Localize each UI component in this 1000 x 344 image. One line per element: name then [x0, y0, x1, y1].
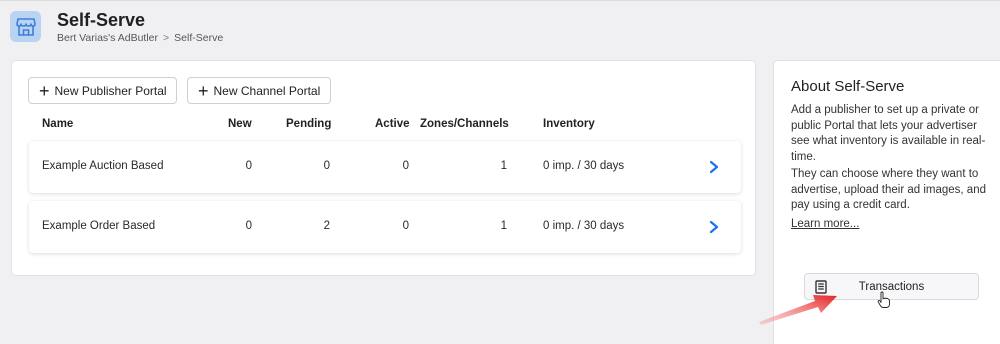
- portal-name: Example Order Based: [42, 220, 156, 232]
- zones-count: 1: [500, 160, 507, 172]
- column-header-new: New: [228, 118, 252, 130]
- active-count: 0: [402, 220, 409, 232]
- top-border: [0, 0, 1000, 1]
- pending-count: 0: [323, 160, 330, 172]
- chevron-right-icon[interactable]: [707, 159, 721, 175]
- new-publisher-portal-button[interactable]: + New Publisher Portal: [28, 77, 177, 104]
- new-count: 0: [245, 220, 252, 232]
- hand-cursor-icon: [877, 291, 890, 308]
- page-title: Self-Serve: [57, 10, 146, 30]
- new-channel-portal-button[interactable]: + New Channel Portal: [187, 77, 331, 104]
- about-title: About Self-Serve: [791, 78, 905, 95]
- column-header-zones-channels: Zones/Channels: [420, 118, 509, 130]
- inventory-value: 0 imp. / 30 days: [543, 220, 625, 232]
- breadcrumb-account[interactable]: Bert Varias's AdButler: [57, 32, 158, 44]
- table-row[interactable]: Example Auction Based 0 0 0 1 0 imp. / 3…: [29, 141, 741, 193]
- zones-count: 1: [500, 220, 507, 232]
- storefront-icon: [10, 11, 41, 42]
- annotation-arrow-icon: [759, 295, 837, 325]
- about-paragraph: They can choose where they want to adver…: [791, 168, 986, 211]
- pending-count: 2: [323, 220, 330, 232]
- breadcrumb-separator: >: [163, 32, 170, 44]
- column-header-pending: Pending: [286, 118, 332, 130]
- column-header-active: Active: [375, 118, 410, 130]
- portal-name: Example Auction Based: [42, 160, 164, 172]
- new-publisher-portal-label: New Publisher Portal: [54, 83, 167, 98]
- column-header-inventory: Inventory: [543, 118, 595, 130]
- plus-icon: +: [198, 80, 209, 101]
- breadcrumb: Bert Varias's AdButler > Self-Serve: [57, 32, 223, 44]
- active-count: 0: [402, 160, 409, 172]
- new-channel-portal-label: New Channel Portal: [213, 83, 321, 98]
- portals-card: + New Publisher Portal + New Channel Por…: [11, 60, 756, 276]
- chevron-right-icon[interactable]: [707, 219, 721, 235]
- about-paragraph: Add a publisher to set up a private or p…: [791, 104, 986, 163]
- column-header-name: Name: [42, 118, 74, 130]
- inventory-value: 0 imp. / 30 days: [543, 160, 625, 172]
- plus-icon: +: [39, 80, 50, 101]
- breadcrumb-current: Self-Serve: [174, 32, 224, 44]
- learn-more-link[interactable]: Learn more...: [791, 218, 859, 230]
- new-count: 0: [245, 160, 252, 172]
- table-row[interactable]: Example Order Based 0 2 0 1 0 imp. / 30 …: [29, 201, 741, 253]
